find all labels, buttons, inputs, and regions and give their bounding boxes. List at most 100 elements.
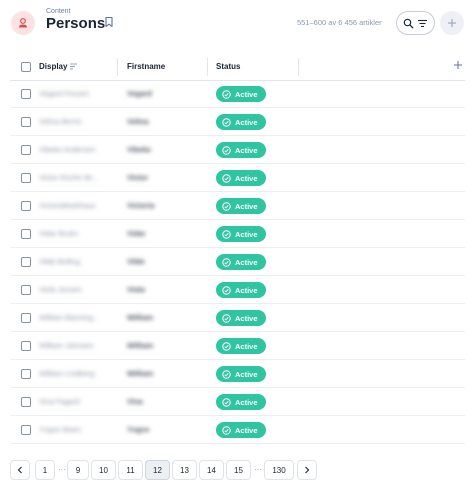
table-row[interactable]: Vidar Bruhn Vidar Active — [10, 221, 465, 248]
cell-display[interactable]: Vidar Bruhn — [39, 229, 78, 238]
status-text: Active — [235, 229, 258, 239]
cell-firstname[interactable]: William — [127, 341, 153, 350]
cell-firstname[interactable]: William — [127, 313, 153, 322]
status-text: Active — [235, 369, 258, 379]
check-circle-icon — [222, 89, 231, 99]
check-circle-icon — [222, 369, 231, 379]
cell-firstname[interactable]: Vina — [127, 397, 143, 406]
plus-icon — [448, 19, 456, 27]
pagination-prev-button[interactable] — [10, 460, 30, 480]
cell-display[interactable]: Vibeke Andersen — [39, 145, 96, 154]
cell-display[interactable]: William Lindberg — [39, 369, 94, 378]
add-person-button[interactable] — [440, 11, 464, 35]
cell-firstname[interactable]: Vilde — [127, 257, 145, 266]
cell-firstname[interactable]: William — [127, 369, 153, 378]
pagination-ellipsis: ··· — [58, 465, 66, 474]
cell-display[interactable]: Vilde Bolling — [39, 257, 80, 266]
cell-display[interactable]: Viola Jonsen — [39, 285, 82, 294]
status-badge: Active — [216, 114, 266, 130]
add-column-button[interactable] — [453, 58, 463, 72]
cell-display[interactable]: William Johnsen — [39, 341, 94, 350]
status-badge: Active — [216, 226, 266, 242]
row-checkbox[interactable] — [21, 397, 31, 407]
column-divider[interactable] — [207, 58, 208, 76]
breadcrumb[interactable]: Content — [46, 8, 71, 15]
cell-firstname[interactable]: Vegard — [127, 89, 152, 98]
page-button[interactable]: 13 — [172, 460, 197, 480]
page-button[interactable]: 9 — [67, 460, 89, 480]
cell-firstname[interactable]: Yngve — [127, 425, 150, 434]
check-circle-icon — [222, 173, 231, 183]
status-badge: Active — [216, 366, 266, 382]
table-row[interactable]: Viola Jonsen Viola Active — [10, 277, 465, 304]
cell-display[interactable]: Victor Roche de... — [39, 173, 98, 182]
table-header: Display Firstname Status — [10, 53, 465, 81]
plus-icon — [454, 61, 462, 69]
column-divider[interactable] — [117, 58, 118, 76]
table-row[interactable]: William Lindberg William Active — [10, 361, 465, 388]
pagination-next-button[interactable] — [297, 460, 317, 480]
row-checkbox[interactable] — [21, 257, 31, 267]
status-text: Active — [235, 257, 258, 267]
page-button[interactable]: 1 — [35, 460, 55, 480]
filter-icon[interactable] — [417, 18, 428, 29]
column-header-status[interactable]: Status — [216, 62, 240, 71]
column-divider[interactable] — [298, 58, 299, 76]
cell-firstname[interactable]: Victoria — [127, 201, 154, 210]
table-row[interactable]: VictoriaBarkhaus Victoria Active — [10, 193, 465, 220]
table-row[interactable]: Yngve Moen Yngve Active — [10, 417, 465, 444]
row-checkbox[interactable] — [21, 89, 31, 99]
page-button[interactable]: 11 — [118, 460, 143, 480]
cell-firstname[interactable]: Vibeke — [127, 145, 151, 154]
row-checkbox[interactable] — [21, 285, 31, 295]
column-header-display[interactable]: Display — [39, 62, 67, 71]
item-count: 551–600 av 6 456 artikler — [297, 18, 382, 27]
chevron-left-icon — [17, 466, 22, 474]
row-checkbox[interactable] — [21, 425, 31, 435]
page-button-current[interactable]: 12 — [145, 460, 170, 480]
row-checkbox[interactable] — [21, 229, 31, 239]
page-button[interactable]: 15 — [226, 460, 251, 480]
cell-firstname[interactable]: Viola — [127, 285, 145, 294]
status-text: Active — [235, 173, 258, 183]
cell-display[interactable]: Yngve Moen — [39, 425, 81, 434]
page-button[interactable]: 10 — [91, 460, 116, 480]
row-checkbox[interactable] — [21, 313, 31, 323]
check-circle-icon — [222, 313, 231, 323]
row-checkbox[interactable] — [21, 369, 31, 379]
cell-display[interactable]: Velina Berrio — [39, 117, 82, 126]
table-row[interactable]: Velina Berrio Velina Active — [10, 109, 465, 136]
check-circle-icon — [222, 425, 231, 435]
cell-firstname[interactable]: Victor — [127, 173, 148, 182]
page-button[interactable]: 14 — [199, 460, 224, 480]
row-checkbox[interactable] — [21, 201, 31, 211]
page-header: Content Persons 551–600 av 6 456 artikle… — [0, 0, 474, 46]
table-row[interactable]: Vegard Fossen Vegard Active — [10, 81, 465, 108]
cell-display[interactable]: William Banning... — [39, 313, 99, 322]
select-all-checkbox[interactable] — [21, 62, 31, 72]
search-icon[interactable] — [403, 18, 414, 29]
cell-display[interactable]: VictoriaBarkhaus — [39, 201, 96, 210]
cell-firstname[interactable]: Velina — [127, 117, 149, 126]
status-badge: Active — [216, 310, 266, 326]
sort-icon[interactable] — [70, 63, 78, 70]
check-circle-icon — [222, 257, 231, 267]
cell-firstname[interactable]: Vidar — [127, 229, 146, 238]
row-checkbox[interactable] — [21, 117, 31, 127]
cell-display[interactable]: Vegard Fossen — [39, 89, 89, 98]
table-row[interactable]: William Johnsen William Active — [10, 333, 465, 360]
column-header-firstname[interactable]: Firstname — [127, 62, 165, 71]
table-row[interactable]: Vina Fagard Vina Active — [10, 389, 465, 416]
bookmark-icon[interactable] — [104, 16, 114, 28]
page-button[interactable]: 130 — [264, 460, 294, 480]
table-row[interactable]: Victor Roche de... Victor Active — [10, 165, 465, 192]
status-badge: Active — [216, 282, 266, 298]
row-checkbox[interactable] — [21, 173, 31, 183]
table-row[interactable]: William Banning... William Active — [10, 305, 465, 332]
row-checkbox[interactable] — [21, 341, 31, 351]
cell-display[interactable]: Vina Fagard — [39, 397, 80, 406]
table-row[interactable]: Vibeke Andersen Vibeke Active — [10, 137, 465, 164]
check-circle-icon — [222, 285, 231, 295]
row-checkbox[interactable] — [21, 145, 31, 155]
table-row[interactable]: Vilde Bolling Vilde Active — [10, 249, 465, 276]
